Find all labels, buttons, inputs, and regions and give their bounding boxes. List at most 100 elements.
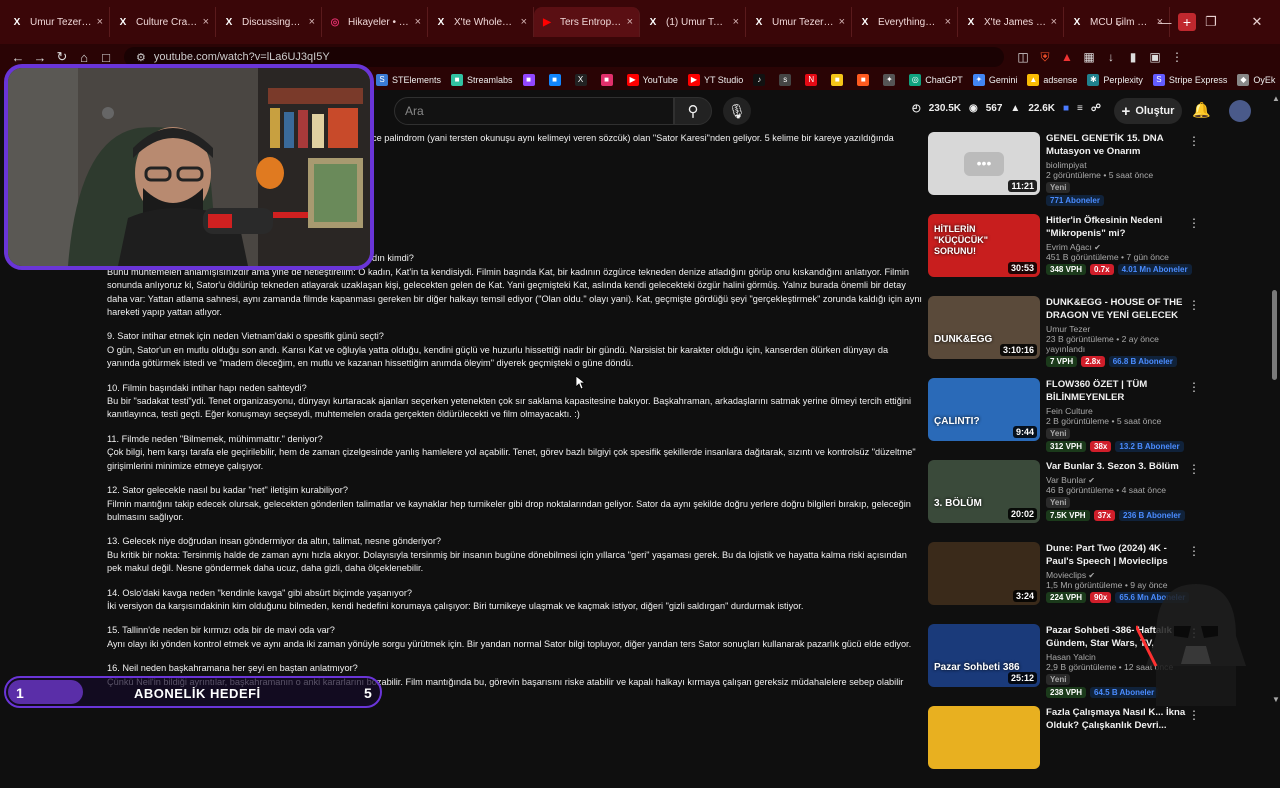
extension-icon[interactable]: ◫	[1012, 50, 1034, 65]
bookmark-item[interactable]: ◎ ChatGPT	[909, 74, 963, 86]
scrollbar-thumb[interactable]	[1272, 290, 1277, 380]
location-icon[interactable]: ☍	[1091, 103, 1101, 114]
bookmark-item[interactable]: S Stripe Express	[1152, 74, 1227, 86]
warning-icon[interactable]: ▲	[1056, 50, 1078, 65]
bookmark-item[interactable]: ✱ Perplexity	[1087, 74, 1143, 86]
bookmark-item[interactable]: ◆ OyEk	[1237, 74, 1275, 86]
minimize-icon[interactable]: —	[1142, 15, 1188, 30]
more-options-icon[interactable]: ⋮	[1188, 380, 1200, 394]
close-tab-icon[interactable]: ×	[733, 16, 739, 28]
video-thumbnail[interactable]: Pazar Sohbeti 386 25:12	[928, 624, 1040, 687]
download-icon[interactable]: ↓	[1100, 50, 1122, 65]
browser-tab[interactable]: X Culture Crave 🍿 (@ ×	[110, 7, 216, 37]
bookmark-item[interactable]: ■	[522, 74, 539, 86]
more-options-icon[interactable]: ⋮	[1188, 544, 1200, 558]
channel-name[interactable]: Var Bunlar ✔	[1046, 475, 1186, 485]
scroll-down-icon[interactable]: ▼	[1272, 695, 1280, 704]
video-title[interactable]: Var Bunlar 3. Sezon 3. Bölüm	[1046, 460, 1186, 473]
video-title[interactable]: Dune: Part Two (2024) 4K - Paul's Speech…	[1046, 542, 1186, 568]
close-tab-icon[interactable]: ×	[1051, 16, 1057, 28]
browser-tab[interactable]: X X'te James Gunn: " ×	[958, 7, 1064, 37]
forward-icon[interactable]: →	[30, 50, 50, 65]
search-button[interactable]: ⚲	[674, 97, 712, 125]
channel-name[interactable]: Fein Culture	[1046, 406, 1186, 416]
close-tab-icon[interactable]: ×	[203, 16, 209, 28]
menu-icon[interactable]: ⋮	[1166, 50, 1188, 65]
bookmark-item[interactable]: X	[574, 74, 591, 86]
video-card[interactable]: Fazla Çalışmaya Nasıl K... İkna Olduk? Ç…	[928, 706, 1200, 778]
video-thumbnail[interactable]: ÇALINTI? 9:44	[928, 378, 1040, 441]
browser-tab[interactable]: X (1) Umur Tezer (@U ×	[640, 7, 746, 37]
bookmark-item[interactable]: N	[805, 74, 821, 86]
browser-tab[interactable]: ▶ Ters Entropi: Te ×	[534, 7, 640, 37]
bookmark-item[interactable]: ■	[600, 74, 617, 86]
bookmark-item[interactable]: ✦	[883, 74, 899, 86]
video-thumbnail[interactable]: HİTLERİN "KÜÇÜCÜK" SORUNU! 30:53	[928, 214, 1040, 277]
video-card[interactable]: DUNK&EGG 3:10:16 DUNK&EGG - HOUSE OF THE D…	[928, 296, 1200, 368]
browser-tab[interactable]: X Everything_DCU (@ ×	[852, 7, 958, 37]
close-tab-icon[interactable]: ×	[521, 16, 527, 28]
close-tab-icon[interactable]: ×	[415, 16, 421, 28]
more-options-icon[interactable]: ⋮	[1188, 134, 1200, 148]
video-thumbnail[interactable]: DUNK&EGG 3:10:16	[928, 296, 1040, 359]
browser-tab[interactable]: X X'te Wholesome Sid ×	[428, 7, 534, 37]
bookmark-item[interactable]: ■	[548, 74, 565, 86]
wallet-icon[interactable]: ▣	[1144, 50, 1166, 65]
video-thumbnail[interactable]: 3. BÖLÜM 20:02	[928, 460, 1040, 523]
bookmark-item[interactable]: ▲ adsense	[1027, 74, 1077, 86]
video-title[interactable]: GENEL GENETİK 15. DNA Mutasyon ve Onarım	[1046, 132, 1186, 158]
tab-search-icon[interactable]: ⌄	[1096, 14, 1142, 30]
search-input[interactable]: Ara	[394, 97, 674, 125]
video-title[interactable]: Fazla Çalışmaya Nasıl K... İkna Olduk? Ç…	[1046, 706, 1186, 732]
notifications-bell-icon[interactable]: 🔔	[1192, 101, 1211, 119]
voice-search-button[interactable]: 🎙	[723, 97, 751, 125]
extension-badge-icon[interactable]: ■	[1063, 103, 1069, 114]
avatar[interactable]	[1229, 100, 1251, 122]
scroll-up-icon[interactable]: ▲	[1272, 94, 1280, 103]
video-card[interactable]: 3. BÖLÜM 20:02 Var Bunlar 3. Sezon 3. Bölü…	[928, 460, 1200, 532]
shield-icon[interactable]: ⛨	[1034, 50, 1056, 65]
channel-name[interactable]: Evrim Ağacı ✔	[1046, 242, 1186, 252]
video-thumbnail[interactable]: 3:24	[928, 542, 1040, 605]
back-icon[interactable]: ←	[8, 50, 28, 65]
close-tab-icon[interactable]: ×	[309, 16, 315, 28]
close-tab-icon[interactable]: ×	[97, 16, 103, 28]
browser-tab[interactable]: X DiscussingFilm (@D ×	[216, 7, 322, 37]
bookmark-item[interactable]: ✦ Gemini	[972, 74, 1017, 86]
more-options-icon[interactable]: ⋮	[1188, 462, 1200, 476]
filter-icon[interactable]: ≡	[1077, 103, 1083, 114]
browser-tab[interactable]: X Umur Tezer (@Umu ×	[746, 7, 852, 37]
channel-name[interactable]: biolimpiyat	[1046, 160, 1186, 170]
video-card[interactable]: HİTLERİN "KÜÇÜCÜK" SORUNU! 30:53 Hitler'in…	[928, 214, 1200, 286]
create-button[interactable]: + Oluştur	[1114, 98, 1182, 124]
bookmark-item[interactable]: ■	[857, 74, 873, 86]
browser-tab[interactable]: ◎ Hikayeler • Instagra ×	[322, 7, 428, 37]
video-card[interactable]: ••• 11:21 GENEL GENETİK 15. DNA Mutasyon v…	[928, 132, 1200, 206]
close-tab-icon[interactable]: ×	[839, 16, 845, 28]
browser-tab[interactable]: X Umur Tezer (@Umu ×	[4, 7, 110, 37]
video-thumbnail[interactable]	[928, 706, 1040, 769]
puzzle-icon[interactable]: ▦	[1078, 50, 1100, 65]
video-title[interactable]: DUNK&EGG - HOUSE OF THE DRAGON VE YENİ G…	[1046, 296, 1186, 322]
video-title[interactable]: Hitler'in Öfkesinin Nedeni "Mikropenis" …	[1046, 214, 1186, 240]
video-thumbnail[interactable]: ••• 11:21	[928, 132, 1040, 195]
reload-icon[interactable]: ↻	[52, 49, 72, 65]
bookmark-item[interactable]: S STElements	[376, 74, 441, 86]
bookmark-item[interactable]: ♪	[753, 74, 769, 86]
more-options-icon[interactable]: ⋮	[1188, 216, 1200, 230]
close-tab-icon[interactable]: ×	[627, 16, 633, 28]
channel-name[interactable]: Umur Tezer	[1046, 324, 1186, 334]
site-info-icon[interactable]: ⚙	[136, 51, 146, 64]
video-card[interactable]: ÇALINTI? 9:44 FLOW360 ÖZET | TÜM BİLİNMEYE…	[928, 378, 1200, 452]
bookmark-item[interactable]: ■	[831, 74, 847, 86]
close-tab-icon[interactable]: ×	[945, 16, 951, 28]
bookmark-item[interactable]: ▶ YT Studio	[687, 74, 743, 86]
restore-icon[interactable]: ❐	[1188, 14, 1234, 30]
bookmark-item[interactable]: s	[779, 74, 795, 86]
bookmark-item[interactable]: ▶ YouTube	[626, 74, 678, 86]
bookmark-item[interactable]: ■ Streamlabs	[451, 74, 513, 86]
bookmark-icon[interactable]: □	[96, 50, 116, 65]
video-title[interactable]: FLOW360 ÖZET | TÜM BİLİNMEYENLER	[1046, 378, 1186, 404]
scrollbar[interactable]: ▲ ▼	[1268, 94, 1280, 704]
more-options-icon[interactable]: ⋮	[1188, 298, 1200, 312]
